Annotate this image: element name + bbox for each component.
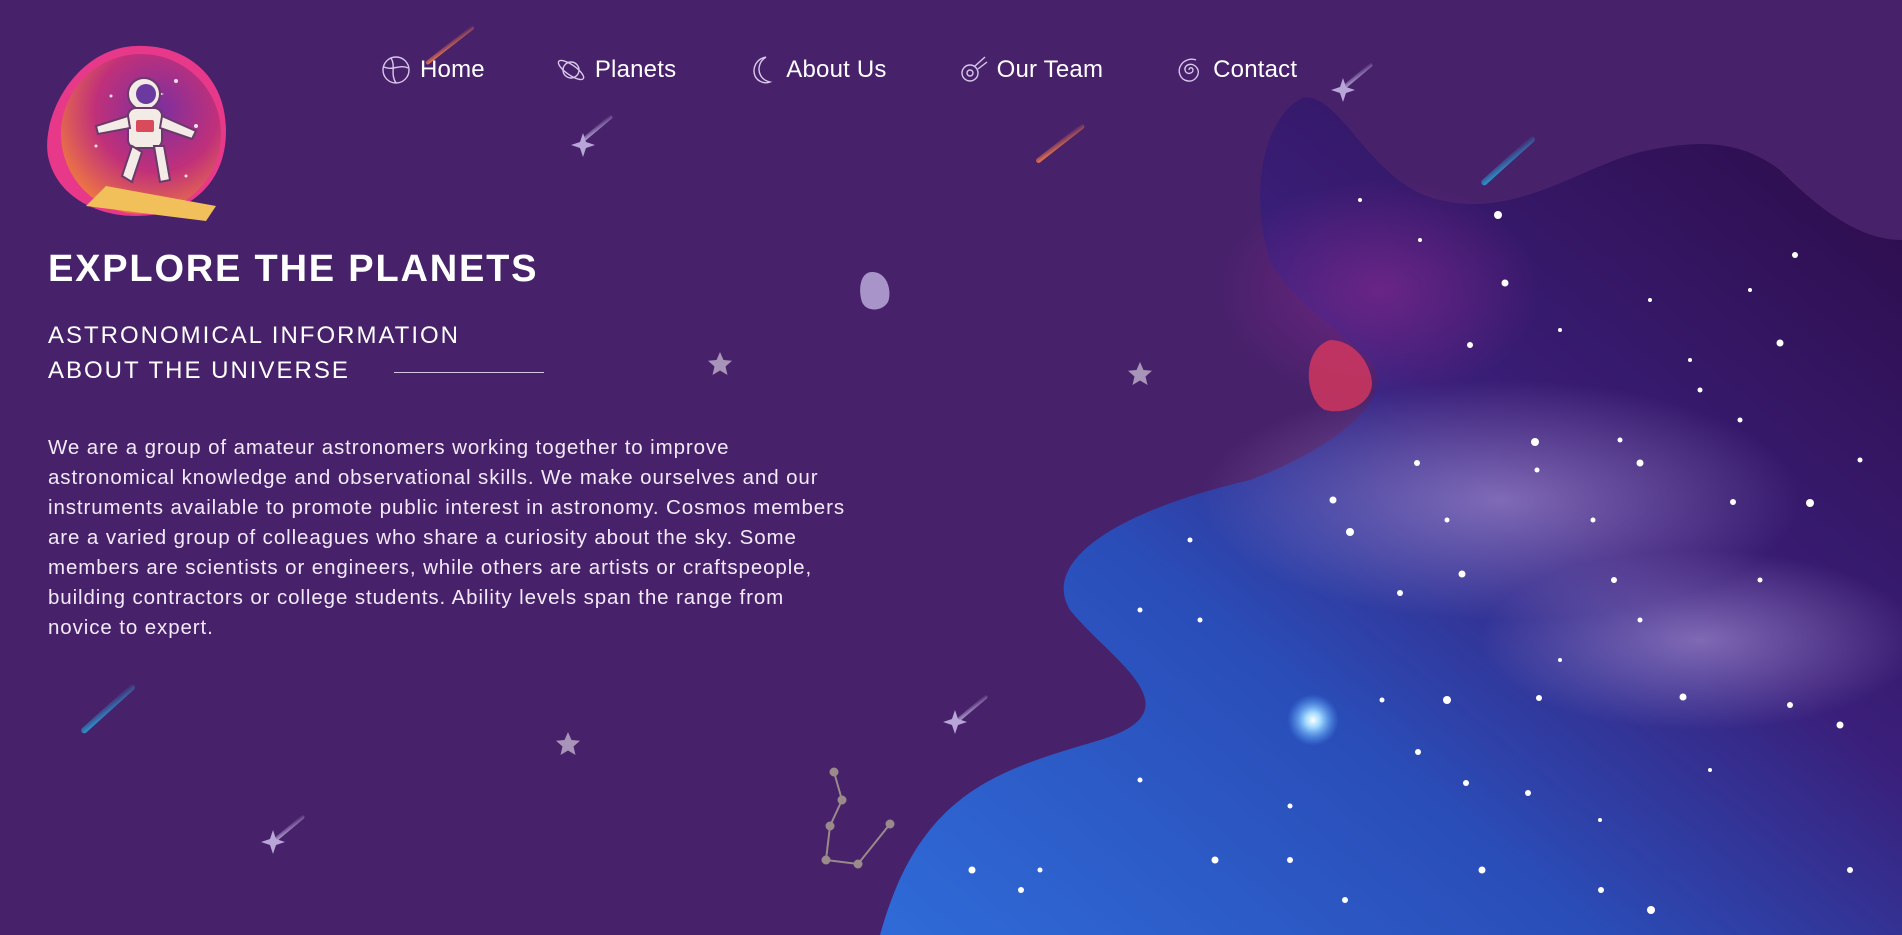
nav-team-link[interactable]: Our Team: [957, 54, 1104, 86]
globe-icon: [380, 54, 412, 86]
hero-section: EXPLORE THE PLANETS ASTRONOMICAL INFORMA…: [48, 248, 848, 663]
astronaut-logo[interactable]: [36, 36, 236, 236]
nav-contact-label: Contact: [1213, 56, 1298, 83]
nav-home-link[interactable]: Home: [380, 54, 485, 86]
nav-about-link[interactable]: About Us: [746, 54, 886, 86]
subtitle-divider: [394, 372, 544, 373]
hero-subtitle-line-1: ASTRONOMICAL INFORMATION: [48, 321, 461, 349]
moon-icon: [746, 54, 778, 86]
nav-team-label: Our Team: [996, 56, 1104, 83]
nav-about-label: About Us: [786, 56, 887, 83]
nav-home-label: Home: [420, 56, 485, 83]
nav-planets-label: Planets: [594, 56, 677, 83]
hero-subtitle-line-2: ABOUT THE UNIVERSE: [48, 356, 350, 384]
hero-description: We are a group of amateur astronomers wo…: [48, 435, 845, 639]
hero-subtitle: ASTRONOMICAL INFORMATION ABOUT THE UNIVE…: [48, 318, 848, 388]
page-title: EXPLORE THE PLANETS: [48, 248, 539, 290]
nav-planets-link[interactable]: Planets: [555, 54, 676, 86]
saturn-icon: [555, 54, 587, 86]
nav-contact-link[interactable]: Contact: [1173, 54, 1297, 86]
comet-icon: [957, 54, 989, 86]
spiral-galaxy-icon: [1173, 54, 1205, 86]
main-navigation: Home Planets About Us Our Team Contact: [380, 50, 1297, 90]
